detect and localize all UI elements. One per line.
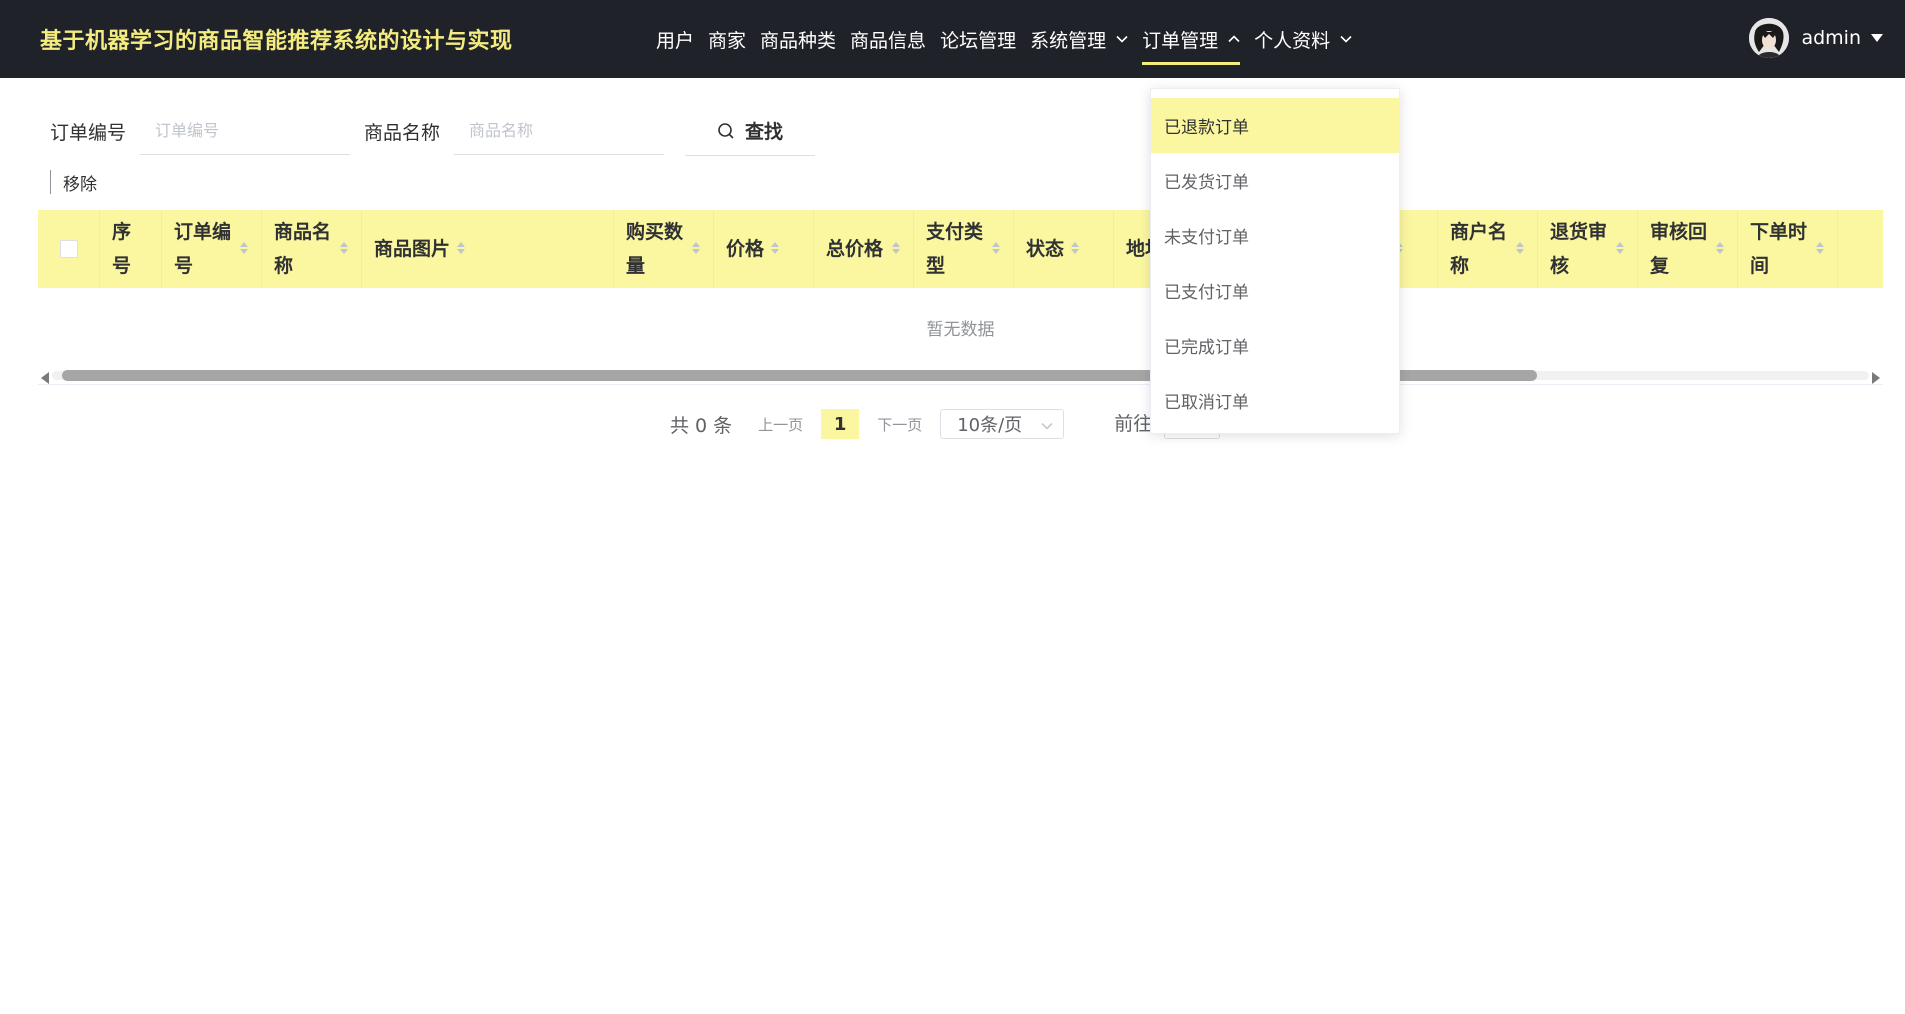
table-empty-text: 暂无数据 — [926, 319, 995, 340]
chevron-down-icon — [1340, 35, 1352, 43]
search-form: 订单编号 商品名称 — [50, 106, 665, 156]
dropdown-item-label: 已退款订单 — [1164, 118, 1249, 138]
nav-item-product-info[interactable]: 商品信息 — [844, 0, 932, 78]
order-management-dropdown: 已退款订单 已发货订单 未支付订单 已支付订单 已完成订单 已取消订单 — [1150, 88, 1400, 434]
nav-item-label: 商品种类 — [760, 29, 837, 52]
sort-icon[interactable] — [991, 232, 1001, 266]
nav-item-order-management[interactable]: 订单管理 — [1136, 0, 1246, 78]
dropdown-item-shipped-orders[interactable]: 已发货订单 — [1151, 153, 1399, 208]
chevron-down-icon — [1116, 35, 1128, 43]
pagination-total: 共 0 条 — [670, 414, 733, 437]
dropdown-item-paid-orders[interactable]: 已支付订单 — [1151, 263, 1399, 318]
sort-icon[interactable] — [1515, 232, 1525, 266]
scroll-right-icon[interactable] — [1870, 369, 1880, 384]
dropdown-item-completed-orders[interactable]: 已完成订单 — [1151, 318, 1399, 373]
column-header: 序号 — [100, 210, 162, 288]
nav-item-label: 用户 — [656, 29, 695, 52]
scroll-left-icon[interactable] — [41, 369, 51, 384]
nav-item-merchants[interactable]: 商家 — [702, 0, 752, 78]
search-button-label: 查找 — [744, 121, 783, 143]
sort-icon[interactable] — [239, 232, 249, 266]
column-header[interactable]: 总价格 — [814, 210, 914, 288]
nav-item-users[interactable]: 用户 — [650, 0, 700, 78]
product-name-label: 商品名称 — [364, 121, 441, 144]
column-header[interactable]: 购买数量 — [614, 210, 714, 288]
remove-button-label: 移除 — [63, 174, 97, 195]
nav-item-label: 商品信息 — [850, 29, 927, 52]
goto-label: 前往 — [1114, 412, 1153, 435]
dropdown-item-label: 已支付订单 — [1164, 283, 1249, 303]
sort-icon[interactable] — [770, 232, 780, 266]
sort-icon[interactable] — [456, 232, 466, 266]
column-header[interactable]: 商户名称 — [1438, 210, 1538, 288]
nav-item-label: 系统管理 — [1030, 29, 1107, 52]
nav-item-label: 论坛管理 — [940, 29, 1017, 52]
nav-item-label: 订单管理 — [1142, 29, 1219, 52]
pagination: 共 0 条 上一页 1 下一页 10条/页 前往 — [670, 408, 1226, 440]
page-number-current[interactable]: 1 — [821, 409, 860, 439]
column-header[interactable]: 商品名称 — [262, 210, 362, 288]
nav-item-label: 商家 — [708, 29, 747, 52]
sort-icon[interactable] — [1715, 232, 1725, 266]
column-header[interactable]: 审核回复 — [1638, 210, 1738, 288]
product-name-input[interactable] — [454, 107, 665, 155]
search-button[interactable]: 查找 — [685, 106, 815, 156]
order-no-label: 订单编号 — [50, 121, 127, 144]
avatar-icon[interactable] — [1749, 18, 1790, 58]
select-all-cell — [38, 210, 100, 288]
nav-item-system-management[interactable]: 系统管理 — [1024, 0, 1134, 78]
user-menu[interactable]: admin — [1749, 16, 1883, 60]
dropdown-item-label: 已发货订单 — [1164, 173, 1249, 193]
horizontal-scrollbar[interactable] — [38, 366, 1883, 384]
remove-button[interactable]: 移除 — [50, 170, 97, 195]
top-navbar: 基于机器学习的商品智能推荐系统的设计与实现 用户 商家 商品种类 商品信息 论坛… — [0, 0, 1905, 78]
select-all-checkbox[interactable] — [59, 240, 78, 258]
order-table: 序号 订单编号 商品名称 商品图片 购买数量 价格 总价格 支付类型 状态 地址… — [38, 210, 1883, 385]
prev-page-button[interactable]: 上一页 — [758, 414, 803, 435]
nav-item-profile[interactable]: 个人资料 — [1248, 0, 1358, 78]
sort-icon[interactable] — [1815, 232, 1825, 266]
sort-icon[interactable] — [1615, 232, 1625, 266]
dropdown-item-cancelled-orders[interactable]: 已取消订单 — [1151, 373, 1399, 428]
sort-icon[interactable] — [891, 232, 901, 266]
chevron-up-icon — [1228, 35, 1240, 43]
column-header[interactable]: 状态 — [1014, 210, 1114, 288]
column-header[interactable]: 下单时间 — [1738, 210, 1838, 288]
column-header[interactable]: 商品图片 — [362, 210, 614, 288]
table-header: 序号 订单编号 商品名称 商品图片 购买数量 价格 总价格 支付类型 状态 地址… — [38, 210, 1883, 288]
column-header[interactable]: 订单编号 — [162, 210, 262, 288]
nav-item-forum-management[interactable]: 论坛管理 — [934, 0, 1022, 78]
username: admin — [1801, 27, 1861, 49]
dropdown-item-label: 已取消订单 — [1164, 393, 1249, 413]
nav-item-product-categories[interactable]: 商品种类 — [754, 0, 842, 78]
dropdown-item-refunded-orders[interactable]: 已退款订单 — [1151, 98, 1399, 153]
caret-down-icon — [1871, 34, 1883, 42]
sort-icon[interactable] — [691, 232, 701, 266]
dropdown-item-unpaid-orders[interactable]: 未支付订单 — [1151, 208, 1399, 263]
page-size-value: 10条/页 — [957, 415, 1023, 436]
column-header[interactable]: 退货审核 — [1538, 210, 1638, 288]
column-header[interactable]: 支付类型 — [914, 210, 1014, 288]
chevron-down-icon — [1041, 414, 1053, 435]
page-size-select[interactable]: 10条/页 — [940, 409, 1065, 439]
main-nav: 用户 商家 商品种类 商品信息 论坛管理 系统管理 订单管理 个人资料 — [650, 0, 1360, 78]
dropdown-item-label: 未支付订单 — [1164, 228, 1249, 248]
dropdown-item-label: 已完成订单 — [1164, 338, 1249, 358]
next-page-button[interactable]: 下一页 — [877, 414, 922, 435]
nav-item-label: 个人资料 — [1254, 29, 1331, 52]
column-header[interactable]: 价格 — [714, 210, 814, 288]
sort-icon[interactable] — [339, 232, 349, 266]
order-no-input[interactable] — [140, 107, 351, 155]
search-icon — [718, 122, 734, 139]
app-title: 基于机器学习的商品智能推荐系统的设计与实现 — [40, 29, 513, 54]
sort-icon[interactable] — [1070, 232, 1080, 266]
